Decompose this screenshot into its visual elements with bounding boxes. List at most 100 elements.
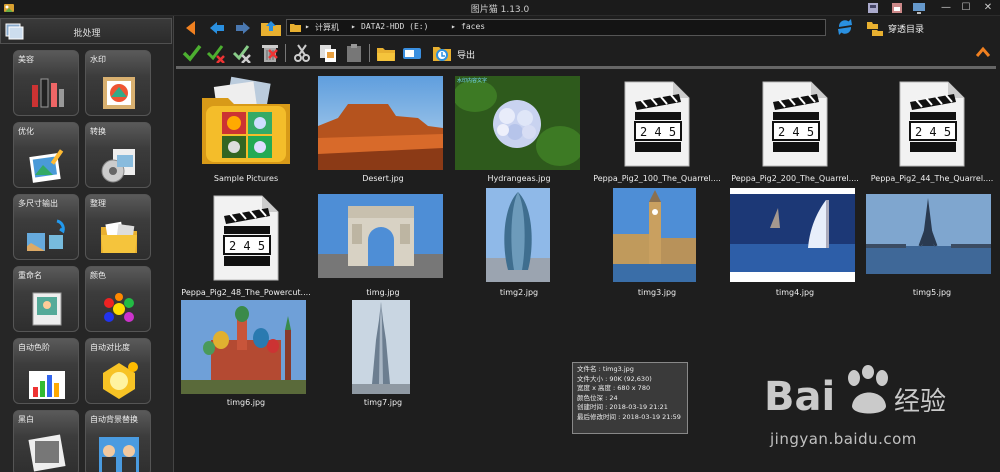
- close-button[interactable]: ✕: [978, 0, 998, 16]
- file-name: Desert.jpg: [362, 174, 404, 183]
- tool-organize[interactable]: 整理: [85, 194, 151, 260]
- paste-icon[interactable]: [344, 43, 364, 63]
- photo-folder-icon: [202, 76, 290, 164]
- video-file-icon: 2 4 5: [621, 80, 691, 168]
- tool-rename[interactable]: 重命名: [13, 266, 79, 332]
- back-arrow-icon[interactable]: [208, 19, 226, 37]
- image-preview: [866, 194, 991, 274]
- file-name: Peppa_Pig2_200_The_Quarrel....: [731, 174, 859, 183]
- breadcrumb-computer[interactable]: 计算机: [315, 22, 339, 33]
- tool-label: 自动对比度: [90, 343, 130, 352]
- clip-digits: 2 4 5: [915, 125, 951, 139]
- thumbnail-image[interactable]: 水印内容文字 Hydrangeas.jpg: [451, 74, 587, 192]
- export-label[interactable]: 导出: [457, 48, 475, 61]
- thumbnail-video[interactable]: 2 4 5 Peppa_Pig2_48_The_Powercut....: [178, 188, 314, 306]
- file-name: timg.jpg: [366, 288, 400, 297]
- cut-icon[interactable]: [292, 43, 312, 63]
- tooltip-modified: 最后修改时间 : 2018-03-19 21:59: [577, 412, 681, 421]
- tool-multi-size[interactable]: 多尺寸输出: [13, 194, 79, 260]
- monitor-icon[interactable]: [912, 1, 926, 15]
- batch-header[interactable]: 批处理: [0, 18, 172, 44]
- file-name: timg2.jpg: [499, 288, 539, 297]
- folder-up-icon[interactable]: [260, 19, 282, 37]
- thumbnail-video[interactable]: 2 4 5 Peppa_Pig2_200_The_Quarrel....: [727, 74, 863, 192]
- maximize-button[interactable]: ☐: [956, 0, 976, 16]
- thumbnail-image[interactable]: timg6.jpg: [178, 298, 314, 416]
- black-white-icon: [28, 434, 66, 472]
- breadcrumb-drive[interactable]: DATA2-HDD (E:): [361, 22, 428, 31]
- convert-icon: [101, 149, 135, 183]
- window-title: 图片猫 1.13.0: [470, 5, 530, 15]
- delete-icon[interactable]: [260, 43, 280, 63]
- thumbnail-video[interactable]: 2 4 5 Peppa_Pig2_100_The_Quarrel....: [589, 74, 725, 192]
- image-preview: [486, 188, 550, 282]
- tool-auto-levels[interactable]: 自动色阶: [13, 338, 79, 404]
- baidu-logo: Bai 经验: [764, 365, 946, 420]
- check-all-icon[interactable]: [206, 43, 226, 63]
- check-icon[interactable]: [182, 43, 202, 63]
- thumbnail-image[interactable]: timg7.jpg: [315, 298, 451, 416]
- minimize-button[interactable]: —: [936, 0, 956, 16]
- collapse-up-icon[interactable]: [976, 46, 990, 58]
- thumbnail-folder[interactable]: Sample Pictures: [178, 74, 314, 192]
- breadcrumb-separator: ▸: [305, 22, 310, 31]
- address-bar[interactable]: ▸ 计算机 ▸ DATA2-HDD (E:) ▸ faces: [286, 19, 826, 36]
- watermark-url: jingyan.baidu.com: [770, 430, 917, 448]
- thumbnail-image[interactable]: timg4.jpg: [727, 188, 863, 306]
- forward-arrow-icon[interactable]: [234, 19, 252, 37]
- batch-label: 批处理: [73, 29, 101, 39]
- tool-color[interactable]: 颜色: [85, 266, 151, 332]
- export-icon[interactable]: [432, 43, 452, 63]
- toolbar-separator: [369, 44, 370, 62]
- refresh-icon[interactable]: [836, 18, 854, 36]
- thumbnail-image[interactable]: timg5.jpg: [864, 188, 1000, 306]
- cosmetics-icon: [32, 78, 64, 108]
- tooltip-filename: 文件名 : timg3.jpg: [577, 365, 634, 373]
- folder-tree-icon: [867, 22, 883, 36]
- tool-black-white[interactable]: 黑白: [13, 410, 79, 472]
- skin-icon[interactable]: [866, 1, 880, 15]
- navigation-bar: ▸ 计算机 ▸ DATA2-HDD (E:) ▸ faces 穿透目录: [176, 16, 1000, 40]
- open-folder-icon[interactable]: [376, 43, 396, 63]
- tooltip-bitdepth: 颜色位深 : 24: [577, 393, 618, 402]
- rename-icon: [32, 292, 62, 326]
- thumbnail-image[interactable]: timg3.jpg: [589, 188, 725, 306]
- settings-icon[interactable]: [890, 1, 904, 15]
- tool-label: 转换: [90, 127, 106, 136]
- thumbnail-video[interactable]: 2 4 5 Peppa_Pig2_44_The_Quarrel....: [864, 74, 1000, 192]
- file-name: Sample Pictures: [213, 174, 279, 183]
- watermark-overlay-text: 水印内容文字: [457, 78, 488, 84]
- slideshow-icon[interactable]: [402, 43, 422, 63]
- color-dots-icon: [104, 293, 134, 322]
- thumbnail-image[interactable]: timg2.jpg: [451, 188, 587, 306]
- copy-icon[interactable]: [318, 43, 338, 63]
- tool-label: 多尺寸输出: [18, 199, 58, 208]
- tool-label: 颜色: [90, 271, 106, 280]
- tool-optimize[interactable]: 优化: [13, 122, 79, 188]
- thumbnail-image[interactable]: timg.jpg: [315, 188, 451, 306]
- file-name: timg5.jpg: [912, 288, 952, 297]
- tooltip-created: 创建时间 : 2018-03-19 21:21: [577, 403, 668, 411]
- thumbnail-image[interactable]: Desert.jpg: [315, 74, 451, 192]
- tool-label: 整理: [90, 199, 106, 208]
- toolbar-divider: [176, 66, 996, 69]
- goto-directory-label: 穿透目录: [888, 25, 925, 35]
- breadcrumb-folder[interactable]: faces: [461, 22, 485, 31]
- file-name: Hydrangeas.jpg: [487, 174, 551, 183]
- file-name: Peppa_Pig2_100_The_Quarrel....: [593, 174, 721, 183]
- uncheck-icon[interactable]: [232, 43, 252, 63]
- folder-thumbnail-image: [198, 76, 294, 168]
- file-name: timg7.jpg: [363, 398, 403, 407]
- action-toolbar: 导出: [176, 40, 1000, 66]
- tool-convert[interactable]: 转换: [85, 122, 151, 188]
- tool-auto-contrast[interactable]: 自动对比度: [85, 338, 151, 404]
- up-level-icon[interactable]: [182, 19, 200, 37]
- tool-watermark[interactable]: 水印: [85, 50, 151, 116]
- svg-text:Bai: Bai: [764, 374, 835, 420]
- background-replace-icon: [99, 437, 139, 472]
- image-preview: 水印内容文字: [455, 76, 580, 170]
- video-file-icon: 2 4 5: [210, 194, 280, 282]
- tool-bg-replace[interactable]: 自动背景替换: [85, 410, 151, 472]
- tool-beauty[interactable]: 美容: [13, 50, 79, 116]
- image-preview: [613, 188, 696, 282]
